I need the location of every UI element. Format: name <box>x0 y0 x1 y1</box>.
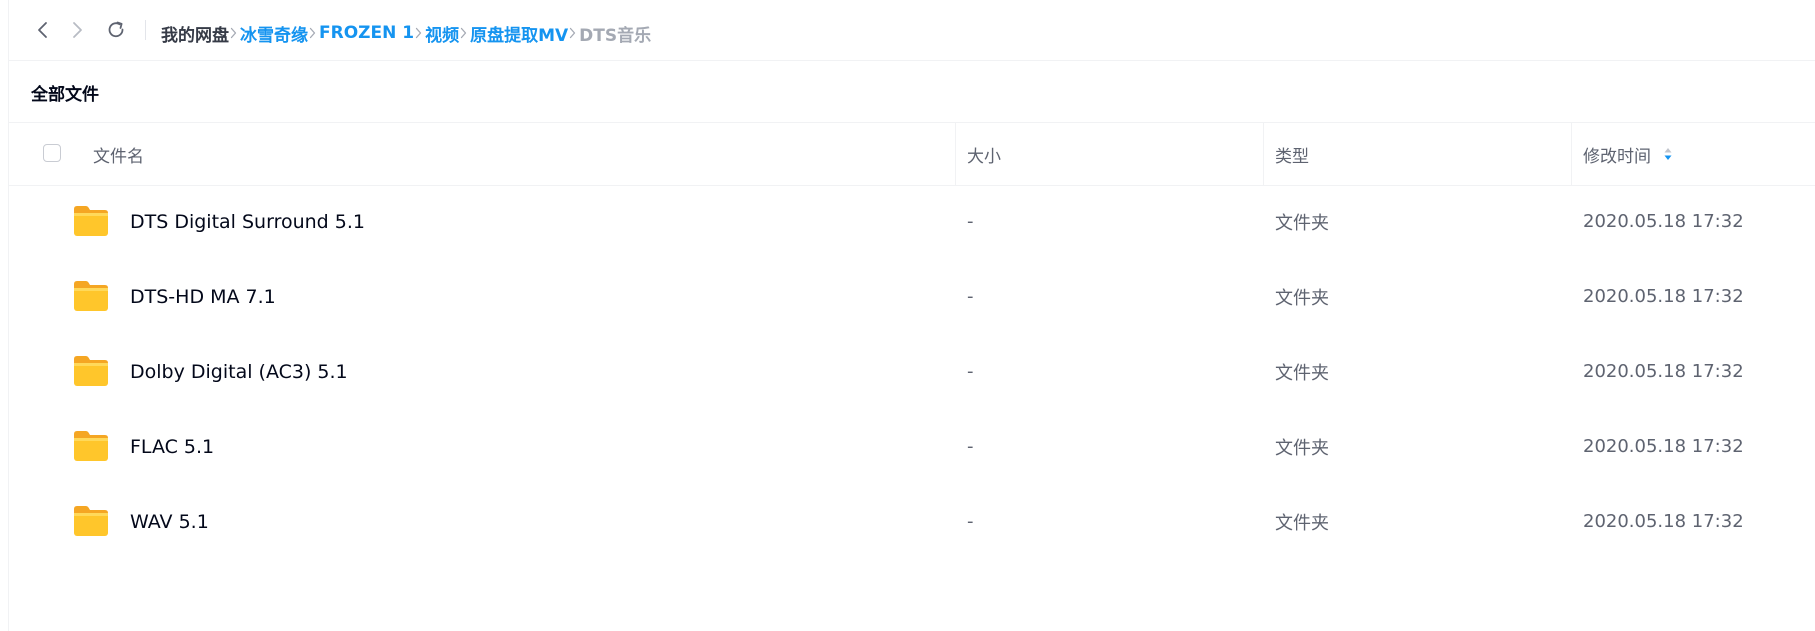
file-size: - <box>967 286 974 307</box>
file-size: - <box>967 361 974 382</box>
file-type: 文件夹 <box>1275 437 1329 459</box>
forward-button[interactable] <box>63 16 91 44</box>
file-name[interactable]: WAV 5.1 <box>130 484 209 559</box>
back-button[interactable] <box>29 16 57 44</box>
toolbar-divider <box>145 20 146 40</box>
table-header: 文件名 大小 类型 修改时间 <box>9 122 1815 186</box>
table-row[interactable]: DTS Digital Surround 5.1 - 文件夹 2020.05.1… <box>9 184 1815 259</box>
column-header-size[interactable]: 大小 <box>967 123 1001 185</box>
breadcrumb-item[interactable]: 原盘提取MV <box>470 21 568 46</box>
file-type: 文件夹 <box>1275 212 1329 234</box>
column-header-modified-label: 修改时间 <box>1583 146 1651 167</box>
file-size: - <box>967 211 974 232</box>
column-header-type[interactable]: 类型 <box>1275 123 1309 185</box>
file-name[interactable]: Dolby Digital (AC3) 5.1 <box>130 334 348 409</box>
folder-icon <box>74 281 108 311</box>
breadcrumb-chevron-icon <box>309 27 316 39</box>
table-row[interactable]: WAV 5.1 - 文件夹 2020.05.18 17:32 <box>9 484 1815 559</box>
file-name[interactable]: DTS Digital Surround 5.1 <box>130 184 365 259</box>
refresh-icon <box>108 21 124 38</box>
select-all-checkbox[interactable] <box>43 144 61 162</box>
refresh-button[interactable] <box>102 16 130 44</box>
file-type: 文件夹 <box>1275 287 1329 309</box>
page-title: 全部文件 <box>31 85 99 105</box>
table-row[interactable]: DTS-HD MA 7.1 - 文件夹 2020.05.18 17:32 <box>9 259 1815 334</box>
breadcrumb-chevron-icon <box>460 27 467 39</box>
breadcrumb-chevron-icon <box>415 27 422 39</box>
file-type: 文件夹 <box>1275 512 1329 534</box>
breadcrumb-item[interactable]: 视频 <box>425 21 459 46</box>
table-row[interactable]: FLAC 5.1 - 文件夹 2020.05.18 17:32 <box>9 409 1815 484</box>
file-modified: 2020.05.18 17:32 <box>1583 211 1744 232</box>
column-divider[interactable] <box>1571 123 1572 185</box>
column-divider[interactable] <box>955 123 956 185</box>
file-type: 文件夹 <box>1275 362 1329 384</box>
breadcrumb-item[interactable]: 冰雪奇缘 <box>240 21 308 46</box>
folder-icon <box>74 356 108 386</box>
toolbar: 我的网盘 冰雪奇缘 FROZEN 1 视频 原盘提取MV DTS音乐 <box>9 0 1815 61</box>
column-header-name[interactable]: 文件名 <box>93 123 144 185</box>
column-header-modified[interactable]: 修改时间 <box>1583 123 1673 185</box>
chevron-left-icon <box>38 22 47 38</box>
folder-icon <box>74 431 108 461</box>
table-row[interactable]: Dolby Digital (AC3) 5.1 - 文件夹 2020.05.18… <box>9 334 1815 409</box>
breadcrumb-chevron-icon <box>230 27 237 39</box>
folder-icon <box>74 506 108 536</box>
file-size: - <box>967 436 974 457</box>
file-modified: 2020.05.18 17:32 <box>1583 436 1744 457</box>
breadcrumb-item[interactable]: FROZEN 1 <box>319 23 414 43</box>
file-name[interactable]: DTS-HD MA 7.1 <box>130 259 276 334</box>
breadcrumb-chevron-icon <box>569 27 576 39</box>
file-modified: 2020.05.18 17:32 <box>1583 286 1744 307</box>
breadcrumb: 我的网盘 冰雪奇缘 FROZEN 1 视频 原盘提取MV DTS音乐 <box>161 0 651 66</box>
breadcrumb-root[interactable]: 我的网盘 <box>161 21 229 46</box>
chevron-right-icon <box>73 22 82 38</box>
file-size: - <box>967 511 974 532</box>
sort-arrows-icon[interactable] <box>1663 146 1673 162</box>
file-list: DTS Digital Surround 5.1 - 文件夹 2020.05.1… <box>9 184 1815 559</box>
column-divider[interactable] <box>1263 123 1264 185</box>
file-modified: 2020.05.18 17:32 <box>1583 361 1744 382</box>
file-browser: 我的网盘 冰雪奇缘 FROZEN 1 视频 原盘提取MV DTS音乐 全部文件 <box>8 0 1815 631</box>
folder-icon <box>74 206 108 236</box>
breadcrumb-current: DTS音乐 <box>579 25 652 46</box>
file-modified: 2020.05.18 17:32 <box>1583 511 1744 532</box>
file-name[interactable]: FLAC 5.1 <box>130 409 214 484</box>
